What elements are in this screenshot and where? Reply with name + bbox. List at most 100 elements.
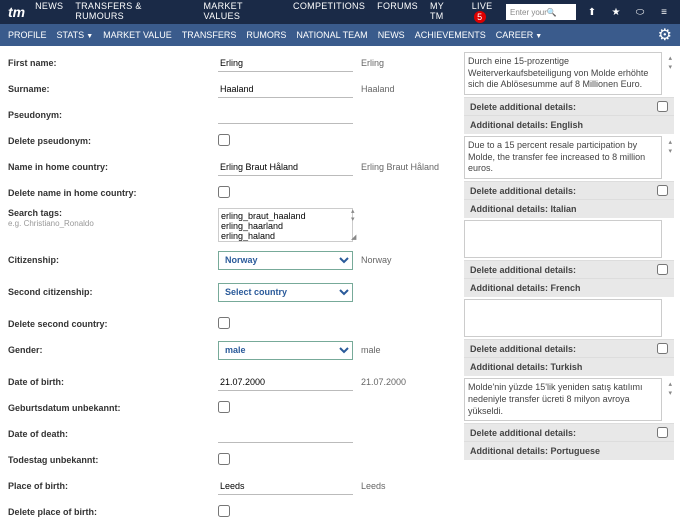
star-icon[interactable]: ★ <box>608 4 624 20</box>
top-bar: tm NEWS TRANSFERS & RUMOURS MARKET VALUE… <box>0 0 680 24</box>
surname-current: Haaland <box>353 84 395 94</box>
citizenship-label: Citizenship: <box>8 255 218 265</box>
details-italian-head: Additional details: Italian <box>464 199 674 218</box>
pob-current: Leeds <box>353 481 386 491</box>
nav-my-tm[interactable]: MY TM <box>430 1 460 23</box>
spinner-up-icon[interactable]: ▴ <box>668 380 672 389</box>
gender-current: male <box>353 345 381 355</box>
search-input[interactable]: Enter your 🔍 <box>506 4 576 20</box>
surname-label: Surname: <box>8 84 218 94</box>
dob-unknown-checkbox[interactable] <box>218 401 230 413</box>
delete-home-name-checkbox[interactable] <box>218 186 230 198</box>
search-tags-input[interactable]: erling_braut_haaland erling_haarland erl… <box>218 208 353 242</box>
pseudonym-input[interactable] <box>218 107 353 124</box>
home-name-current: Erling Braut Håland <box>353 162 439 172</box>
logo[interactable]: tm <box>8 4 25 20</box>
tab-national-team[interactable]: NATIONAL TEAM <box>296 30 367 40</box>
nav-live[interactable]: LIVE5 <box>472 1 506 23</box>
pseudonym-label: Pseudonym: <box>8 110 218 120</box>
resize-icon[interactable]: ◢ <box>351 234 361 242</box>
delete-home-name-label: Delete name in home country: <box>8 188 218 198</box>
gender-select[interactable]: male <box>218 341 353 360</box>
delete-pob-checkbox[interactable] <box>218 505 230 517</box>
pob-input[interactable] <box>218 478 353 495</box>
dod-unknown-label: Todestag unbekannt: <box>8 455 218 465</box>
form-panel: First name: Erling Surname: Haaland Pseudo… <box>0 46 460 518</box>
tab-transfers[interactable]: TRANSFERS <box>182 30 237 40</box>
first-name-current: Erling <box>353 58 384 68</box>
details-german-text[interactable]: Durch eine 15-prozentige Weiterverkaufsb… <box>464 52 662 95</box>
spinner-up-icon[interactable]: ▴ <box>668 54 672 63</box>
dod-input[interactable] <box>218 426 353 443</box>
spinner-down-icon[interactable]: ▾ <box>668 147 672 156</box>
tab-market-value[interactable]: MARKET VALUE <box>103 30 172 40</box>
delete-details-english: Delete additional details: <box>464 181 674 199</box>
tab-career[interactable]: CAREER▼ <box>496 30 542 40</box>
surname-input[interactable] <box>218 81 353 98</box>
first-name-label: First name: <box>8 58 218 68</box>
first-name-input[interactable] <box>218 55 353 72</box>
gender-label: Gender: <box>8 345 218 355</box>
details-panel: Durch eine 15-prozentige Weiterverkaufsb… <box>460 46 680 518</box>
spinner-down-icon[interactable]: ▾ <box>351 216 361 224</box>
live-badge: 5 <box>474 11 486 23</box>
dob-unknown-label: Geburtsdatum unbekannt: <box>8 403 218 413</box>
details-turkish-head: Additional details: Turkish <box>464 357 674 376</box>
upload-icon[interactable]: ⬆ <box>584 4 600 20</box>
delete-english-checkbox[interactable] <box>657 185 668 196</box>
details-english-text[interactable]: Due to a 15 percent resale participation… <box>464 136 662 179</box>
spinner-up-icon[interactable]: ▴ <box>668 138 672 147</box>
details-portuguese-head: Additional details: Portuguese <box>464 441 674 460</box>
dob-input[interactable] <box>218 374 353 391</box>
second-citizenship-label: Second citizenship: <box>8 287 218 297</box>
spinner-up-icon[interactable]: ▴ <box>351 208 361 216</box>
delete-details-turkish: Delete additional details: <box>464 423 674 441</box>
menu-icon[interactable]: ≡ <box>656 4 672 20</box>
top-nav: NEWS TRANSFERS & RUMOURS MARKET VALUES C… <box>35 1 506 23</box>
nav-competitions[interactable]: COMPETITIONS <box>293 1 365 23</box>
delete-german-checkbox[interactable] <box>657 101 668 112</box>
details-french-head: Additional details: French <box>464 278 674 297</box>
details-french-text[interactable] <box>464 299 662 337</box>
dod-unknown-checkbox[interactable] <box>218 453 230 465</box>
user-icon[interactable]: ⬭ <box>632 4 648 20</box>
delete-italian-checkbox[interactable] <box>657 264 668 275</box>
nav-market-values[interactable]: MARKET VALUES <box>203 1 281 23</box>
delete-pseudonym-label: Delete pseudonym: <box>8 136 218 146</box>
second-citizenship-select[interactable]: Select country <box>218 283 353 302</box>
tab-rumors[interactable]: RUMORS <box>246 30 286 40</box>
tab-profile[interactable]: PROFILE <box>8 30 47 40</box>
delete-turkish-checkbox[interactable] <box>657 427 668 438</box>
delete-second-country-label: Delete second country: <box>8 319 218 329</box>
gear-icon[interactable]: ⚙ <box>658 25 672 45</box>
delete-details-german: Delete additional details: <box>464 97 674 115</box>
home-name-label: Name in home country: <box>8 162 218 172</box>
sub-bar: PROFILE STATS▼ MARKET VALUE TRANSFERS RU… <box>0 24 680 46</box>
spinner-down-icon[interactable]: ▾ <box>668 389 672 398</box>
pob-label: Place of birth: <box>8 481 218 491</box>
dod-label: Date of death: <box>8 429 218 439</box>
dob-label: Date of birth: <box>8 377 218 387</box>
home-name-input[interactable] <box>218 159 353 176</box>
delete-second-country-checkbox[interactable] <box>218 317 230 329</box>
details-italian-text[interactable] <box>464 220 662 258</box>
delete-details-french: Delete additional details: <box>464 339 674 357</box>
tab-news[interactable]: NEWS <box>378 30 405 40</box>
citizenship-current: Norway <box>353 255 392 265</box>
delete-pseudonym-checkbox[interactable] <box>218 134 230 146</box>
delete-pob-label: Delete place of birth: <box>8 507 218 517</box>
tab-stats[interactable]: STATS▼ <box>57 30 94 40</box>
details-turkish-text[interactable]: Molde'nin yüzde 15'lik yeniden satış kat… <box>464 378 662 421</box>
search-tags-label: Search tags:e.g. Christiano_Ronaldo <box>8 208 218 228</box>
nav-transfers-rumours[interactable]: TRANSFERS & RUMOURS <box>75 1 191 23</box>
delete-french-checkbox[interactable] <box>657 343 668 354</box>
nav-forums[interactable]: FORUMS <box>377 1 418 23</box>
spinner-down-icon[interactable]: ▾ <box>668 63 672 72</box>
citizenship-select[interactable]: Norway <box>218 251 353 270</box>
dob-current: 21.07.2000 <box>353 377 406 387</box>
nav-news[interactable]: NEWS <box>35 1 63 23</box>
tab-achievements[interactable]: ACHIEVEMENTS <box>415 30 486 40</box>
top-tools: Enter your 🔍 ⬆ ★ ⬭ ≡ <box>506 4 672 20</box>
delete-details-italian: Delete additional details: <box>464 260 674 278</box>
details-english-head: Additional details: English <box>464 115 674 134</box>
